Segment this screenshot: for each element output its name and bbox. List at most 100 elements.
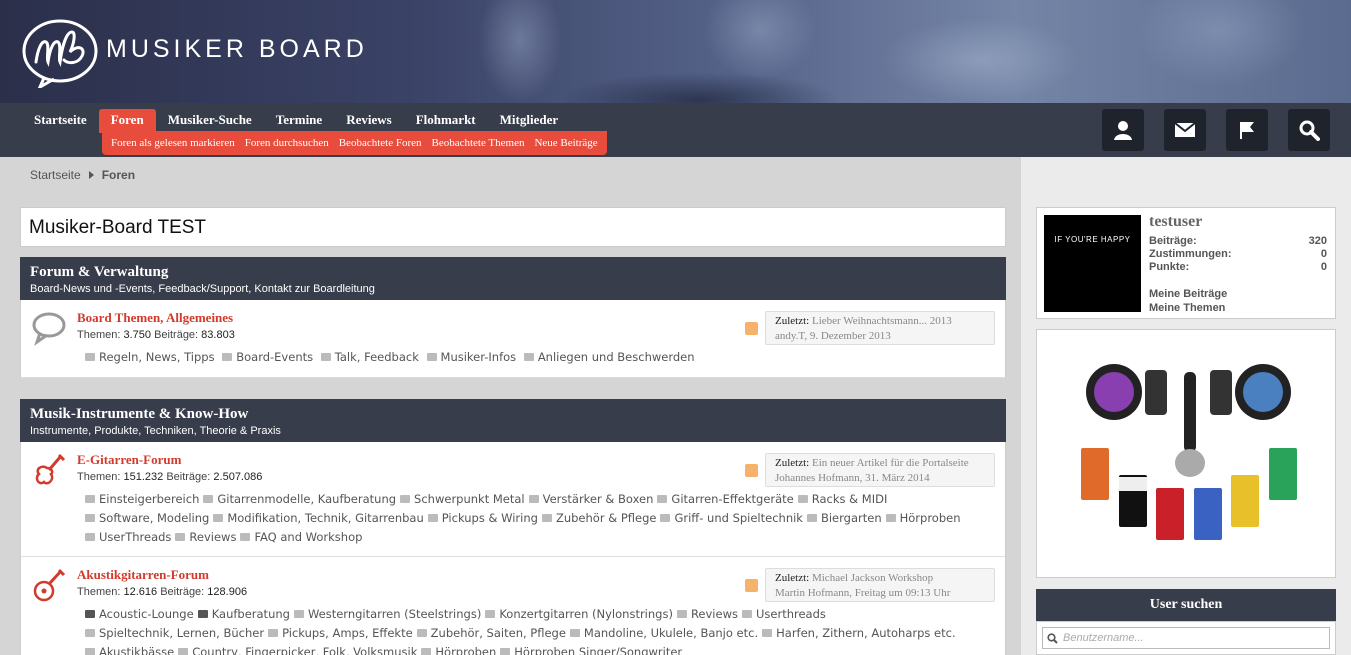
subforum-link[interactable]: Userthreads [741,605,826,624]
subforum-link[interactable]: Harfen, Zithern, Autoharps etc. [762,624,956,643]
category-title[interactable]: Forum & Verwaltung [30,264,996,281]
last-post-label: Zuletzt: [775,572,810,584]
subforum-link[interactable]: Zubehör & Pflege [541,509,656,528]
tab-termine[interactable]: Termine [264,109,334,133]
subforum-link[interactable]: Konzertgitarren (Nylonstrings) [485,605,673,624]
subforum-icon [762,629,773,637]
subforum-link[interactable]: Griff- und Spieltechnik [660,509,803,528]
subnav-watched-threads[interactable]: Beobachtete Themen [427,137,530,149]
subforum-link[interactable]: Westerngitarren (Steelstrings) [293,605,481,624]
subforum-link[interactable]: Gitarrenmodelle, Kaufberatung [203,490,396,509]
subforum-link[interactable]: Racks & MIDI [797,490,887,509]
subforum-link[interactable]: Akustikbässe [85,643,174,655]
forum-title[interactable]: Akustikgitarren-Forum [77,567,209,583]
threads-label: Themen: [77,329,121,341]
my-threads-link[interactable]: Meine Themen [1149,302,1225,314]
tab-musiker-suche[interactable]: Musiker-Suche [156,109,264,133]
subforum-icon [500,648,511,655]
subforum-link[interactable]: Zubehör, Saiten, Pflege [416,624,566,643]
breadcrumb: Startseite Foren [30,168,135,182]
account-button[interactable] [1102,109,1144,151]
subforum-icon [213,514,224,522]
subforum-link[interactable]: UserThreads [85,528,171,547]
subnav-new-posts[interactable]: Neue Beiträge [529,137,602,149]
last-post-title[interactable]: Michael Jackson Workshop [812,572,933,584]
subforum-link[interactable]: Board-Events [222,348,313,367]
search-button[interactable] [1288,109,1330,151]
user-search-title: User suchen [1036,589,1336,621]
breadcrumb-current[interactable]: Foren [102,168,135,182]
subforum-link[interactable]: Hörproben Singer/Songwriter [500,643,682,655]
tab-flohmarkt[interactable]: Flohmarkt [404,109,488,133]
subforum-link[interactable]: Einsteigerbereich [85,490,199,509]
rss-icon[interactable] [745,579,758,592]
last-post-user[interactable]: Martin Hofmann [775,587,849,599]
page-title: Musiker-Board TEST [20,207,1006,247]
subforum-link[interactable]: Mandoline, Ukulele, Banjo etc. [569,624,758,643]
subforum-icon [320,353,331,361]
rss-icon[interactable] [745,464,758,477]
subforum-link[interactable]: Regeln, News, Tipps [85,348,215,367]
tab-reviews[interactable]: Reviews [334,109,404,133]
subforum-icon [197,610,208,618]
advertisement-banner[interactable] [1036,329,1336,578]
subforum-link[interactable]: Software, Modeling [85,509,209,528]
forum-title[interactable]: Board Themen, Allgemeines [77,310,233,326]
subforum-link[interactable]: Kaufberatung [197,605,290,624]
category-musik-instrumente: Musik-Instrumente & Know-How Instrumente… [20,399,1006,655]
subforum-link[interactable]: Verstärker & Boxen [528,490,653,509]
last-post-user[interactable]: Johannes Hofmann [775,472,860,484]
category-title[interactable]: Musik-Instrumente & Know-How [30,406,996,423]
subforum-link[interactable]: Modifikation, Technik, Gitarrenbau [213,509,424,528]
subforum-link[interactable]: Biergarten [806,509,882,528]
avatar-text: IF YOU'RE HAPPY [1054,235,1131,244]
subforum-link[interactable]: Hörproben [885,509,961,528]
site-logo[interactable]: MUSIKER BOARD [22,18,368,88]
subforum-link[interactable]: Acoustic-Lounge [85,605,194,624]
breadcrumb-home[interactable]: Startseite [30,168,81,182]
subnav-search-forums[interactable]: Foren durchsuchen [240,137,334,149]
subforum-link[interactable]: Reviews [676,605,738,624]
subforum-link[interactable]: Pickups & Wiring [427,509,538,528]
tab-startseite[interactable]: Startseite [22,109,99,133]
subforum-link[interactable]: Anliegen und Beschwerden [523,348,695,367]
username-search-input[interactable]: Benutzername... [1042,627,1330,649]
category-description: Board-News und -Events, Feedback/Support… [30,283,375,295]
subforum-icon [85,514,95,522]
subforum-link[interactable]: Schwerpunkt Metal [400,490,525,509]
subforum-icon [797,495,808,503]
subforum-link[interactable]: Hörproben [421,643,496,655]
last-post-label: Zuletzt: [775,457,810,469]
nav-icon-buttons [1102,109,1330,151]
tab-mitglieder[interactable]: Mitglieder [488,109,570,133]
last-post-title[interactable]: Lieber Weihnachtsmann... 2013 [812,315,952,327]
subforum-link[interactable]: Gitarren-Effektgeräte [657,490,794,509]
subforum-link[interactable]: Pickups, Amps, Effekte [268,624,413,643]
electric-guitar-icon [35,453,66,485]
rss-icon[interactable] [745,322,758,335]
subforum-link[interactable]: Reviews [175,528,236,547]
subforum-link[interactable]: Talk, Feedback [320,348,419,367]
my-posts-link[interactable]: Meine Beiträge [1149,288,1227,300]
username[interactable]: testuser [1149,213,1202,231]
last-post-title[interactable]: Ein neuer Artikel für die Portalseite [812,457,969,469]
subnav-watched-forums[interactable]: Beobachtete Foren [334,137,427,149]
subnav-mark-read[interactable]: Foren als gelesen markieren [106,137,240,149]
tab-foren[interactable]: Foren [98,109,156,133]
subforum-link[interactable]: Musiker-Infos [426,348,516,367]
subforum-link[interactable]: Country, Fingerpicker, Folk, Volksmusik [178,643,417,655]
subforum-icon [203,495,214,503]
last-post-user[interactable]: andy.T [775,330,804,342]
subforum-link[interactable]: Spieltechnik, Lernen, Bücher [85,624,264,643]
subforum-list: Regeln, News, Tipps Board-Events Talk, F… [85,348,985,367]
posts-count: 83.803 [201,329,235,341]
forum-title[interactable]: E-Gitarren-Forum [77,452,181,468]
subforum-icon [427,514,438,522]
forum-stats: Themen: 12.616 Beiträge: 128.906 [77,586,247,598]
avatar[interactable]: IF YOU'RE HAPPY [1044,215,1141,312]
last-post-label: Zuletzt: [775,315,810,327]
subforum-list: Acoustic-Lounge Kaufberatung Westerngitarr… [85,605,985,655]
subforum-link[interactable]: FAQ and Workshop [240,528,362,547]
inbox-button[interactable] [1164,109,1206,151]
alerts-button[interactable] [1226,109,1268,151]
